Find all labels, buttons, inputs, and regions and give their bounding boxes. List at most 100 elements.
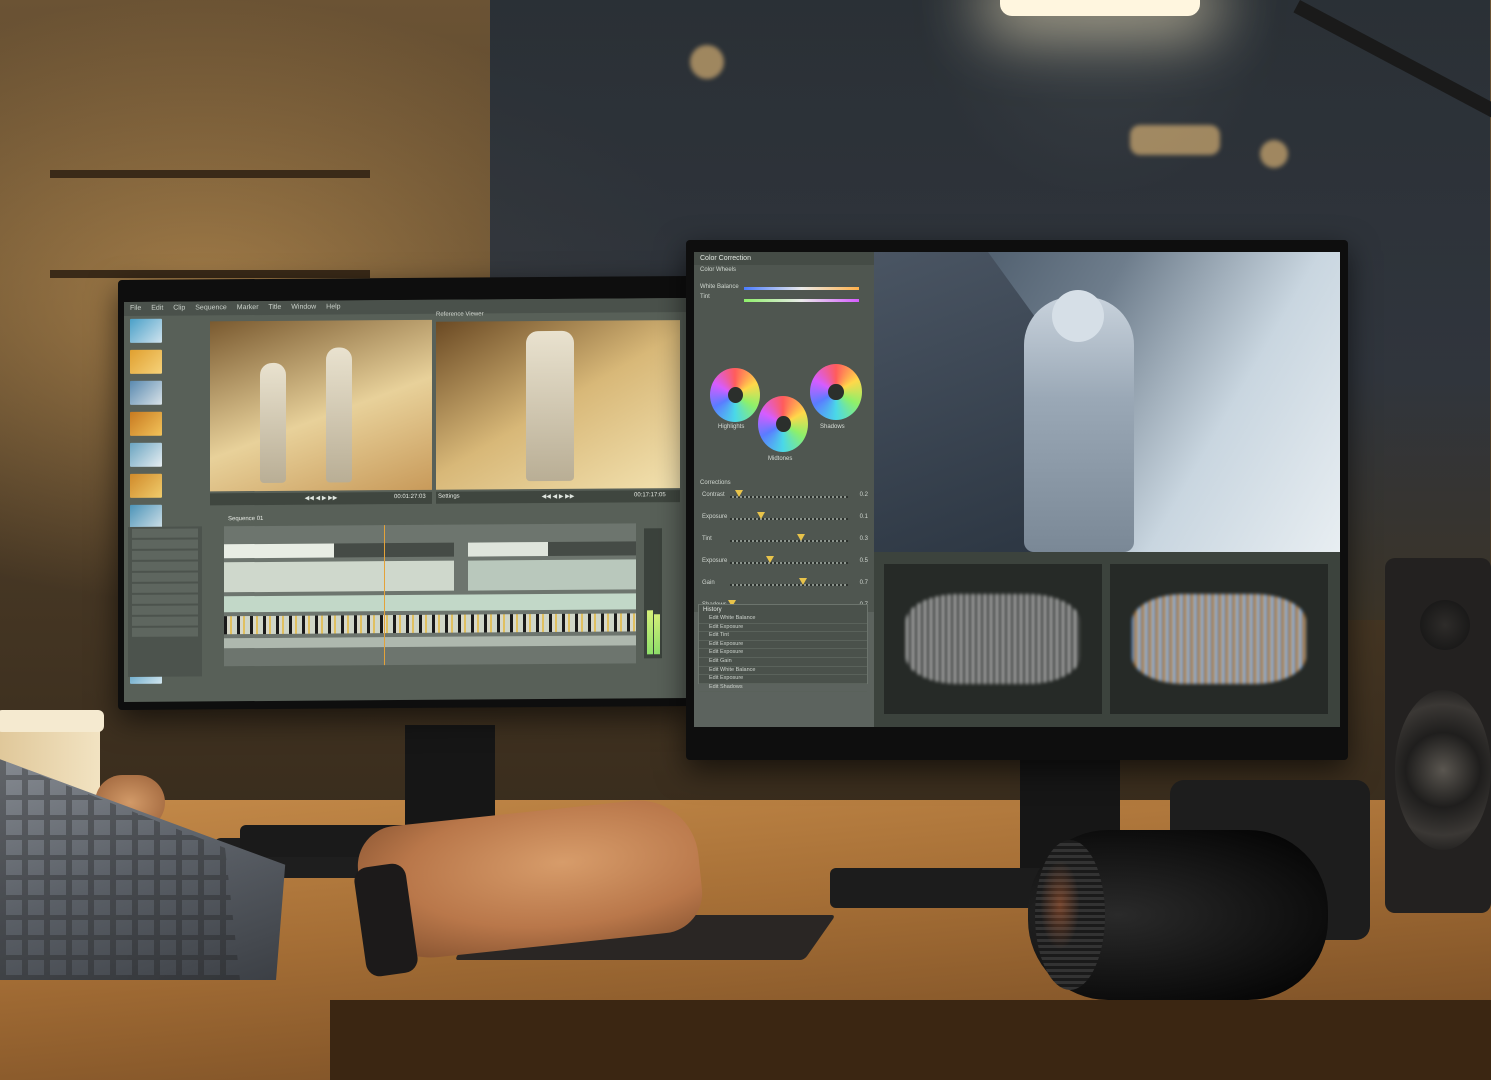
history-list: Edit White Balance Edit Exposure Edit Tint…	[699, 615, 867, 693]
slider-value: 0.2	[859, 492, 868, 498]
correction-slider-row[interactable]: Exposure 0.1	[694, 508, 874, 530]
history-item[interactable]: Edit Exposure	[699, 641, 867, 650]
slider-label: Contrast	[702, 492, 725, 498]
ceiling-lamp	[1000, 0, 1200, 16]
slider-label: Gain	[702, 580, 715, 586]
menu-item-clip[interactable]: Clip	[173, 305, 185, 312]
correction-slider-row[interactable]: Tint 0.3	[694, 530, 874, 552]
slider-value: 0.1	[859, 514, 868, 520]
clip-thumbnail[interactable]	[130, 442, 162, 467]
menu-item-file[interactable]: File	[130, 305, 141, 312]
history-item[interactable]: Edit Gain	[699, 658, 867, 667]
history-item[interactable]: Edit Exposure	[699, 624, 867, 633]
slider-track[interactable]	[730, 584, 848, 586]
playhead[interactable]	[384, 525, 385, 666]
audio-track[interactable]	[224, 593, 636, 613]
menu-bar: File Edit Clip Sequence Marker Title Win…	[124, 298, 690, 316]
luma-waveform-scope	[884, 564, 1102, 714]
highlights-color-wheel[interactable]	[710, 368, 760, 422]
timeline-clip[interactable]	[468, 559, 636, 591]
clip-thumbnail[interactable]	[130, 411, 162, 436]
clip-thumbnail[interactable]	[130, 318, 162, 343]
astronaut-helmet	[1052, 290, 1104, 342]
timeline-panel[interactable]: Sequence 01	[224, 516, 636, 667]
project-item[interactable]	[132, 561, 198, 571]
menu-item-marker[interactable]: Marker	[237, 304, 259, 311]
midtones-color-wheel[interactable]	[758, 396, 808, 452]
wheel-label: Highlights	[718, 424, 745, 430]
slider-track[interactable]	[730, 496, 848, 498]
correction-slider-row[interactable]: Contrast 0.2	[694, 486, 874, 508]
slider-track[interactable]	[730, 540, 848, 542]
project-item[interactable]	[132, 583, 198, 593]
menu-item-sequence[interactable]: Sequence	[195, 304, 227, 311]
color-wheels-title: Color Wheels	[700, 267, 737, 273]
menu-item-help[interactable]: Help	[326, 303, 340, 310]
astronaut-figure	[260, 362, 286, 484]
slider-knob[interactable]	[735, 490, 744, 497]
corrections-slider-list: Contrast 0.2 Exposure 0.1 Tint 0.3 Exposure 0.5…	[694, 486, 874, 618]
project-item[interactable]	[132, 616, 198, 626]
clip-thumbnail[interactable]	[130, 504, 162, 529]
color-correction-panel: Color Correction Color Wheels White Bala…	[694, 252, 874, 612]
history-item[interactable]: Edit Tint	[699, 632, 867, 641]
timeline-clip[interactable]	[548, 541, 636, 557]
panel-title: Color Correction	[694, 252, 874, 265]
timeline-title: Sequence 01	[228, 516, 264, 523]
timeline-clip[interactable]	[334, 542, 454, 558]
history-item[interactable]: Edit White Balance	[699, 615, 867, 624]
slider-knob[interactable]	[766, 556, 775, 563]
white-balance-slider[interactable]	[744, 287, 859, 290]
slider-track[interactable]	[730, 562, 848, 564]
coffee-cup-lid	[0, 710, 104, 732]
shelf	[50, 270, 370, 278]
shelf	[50, 170, 370, 178]
wheel-label: Midtones	[768, 456, 793, 462]
video-track[interactable]	[224, 541, 636, 559]
timeline-clip[interactable]	[468, 542, 548, 557]
video-track[interactable]	[224, 559, 636, 593]
program-monitor[interactable]	[874, 252, 1340, 552]
project-item[interactable]	[132, 539, 198, 549]
slider-knob[interactable]	[756, 512, 765, 519]
correction-slider-row[interactable]: Exposure 0.5	[694, 552, 874, 574]
slider-knob[interactable]	[796, 534, 805, 541]
project-item[interactable]	[132, 528, 198, 538]
clip-thumbnail[interactable]	[130, 349, 162, 374]
menu-item-edit[interactable]: Edit	[151, 305, 163, 312]
correction-slider-row[interactable]: Gain 0.7	[694, 574, 874, 596]
clip-thumbnail[interactable]	[130, 473, 162, 498]
program-viewer[interactable]: Reference Viewer	[436, 311, 680, 490]
slider-track[interactable]	[730, 518, 848, 520]
project-item[interactable]	[132, 605, 198, 615]
history-title: History	[703, 607, 722, 613]
waveform	[1131, 594, 1307, 684]
program-settings-button[interactable]: Settings	[438, 494, 460, 500]
monitor-stand-left	[405, 725, 495, 830]
meter-bar	[654, 614, 660, 655]
project-item[interactable]	[132, 627, 198, 637]
clip-thumbnail[interactable]	[130, 380, 162, 405]
meter-bar	[647, 610, 653, 655]
slider-value: 0.5	[859, 558, 868, 564]
project-item[interactable]	[132, 572, 198, 582]
history-item[interactable]: Edit Exposure	[699, 649, 867, 658]
history-item[interactable]: Edit Shadows	[699, 684, 867, 693]
editor-screen: File Edit Clip Sequence Marker Title Win…	[124, 298, 690, 702]
timeline-clip[interactable]	[224, 560, 454, 593]
history-item[interactable]: Edit White Balance	[699, 667, 867, 676]
menu-item-title[interactable]: Title	[268, 304, 281, 311]
media-bin	[128, 317, 202, 684]
astronaut-figure	[526, 330, 574, 482]
project-item[interactable]	[132, 594, 198, 604]
audio-track[interactable]	[224, 635, 636, 649]
shadows-color-wheel[interactable]	[810, 364, 862, 420]
history-item[interactable]: Edit Exposure	[699, 675, 867, 684]
tint-slider[interactable]	[744, 299, 859, 302]
slider-knob[interactable]	[799, 578, 808, 585]
bokeh-light	[1260, 140, 1288, 168]
project-item[interactable]	[132, 550, 198, 560]
source-viewer[interactable]	[210, 319, 432, 492]
timeline-clip[interactable]	[224, 543, 334, 559]
menu-item-window[interactable]: Window	[291, 304, 316, 311]
